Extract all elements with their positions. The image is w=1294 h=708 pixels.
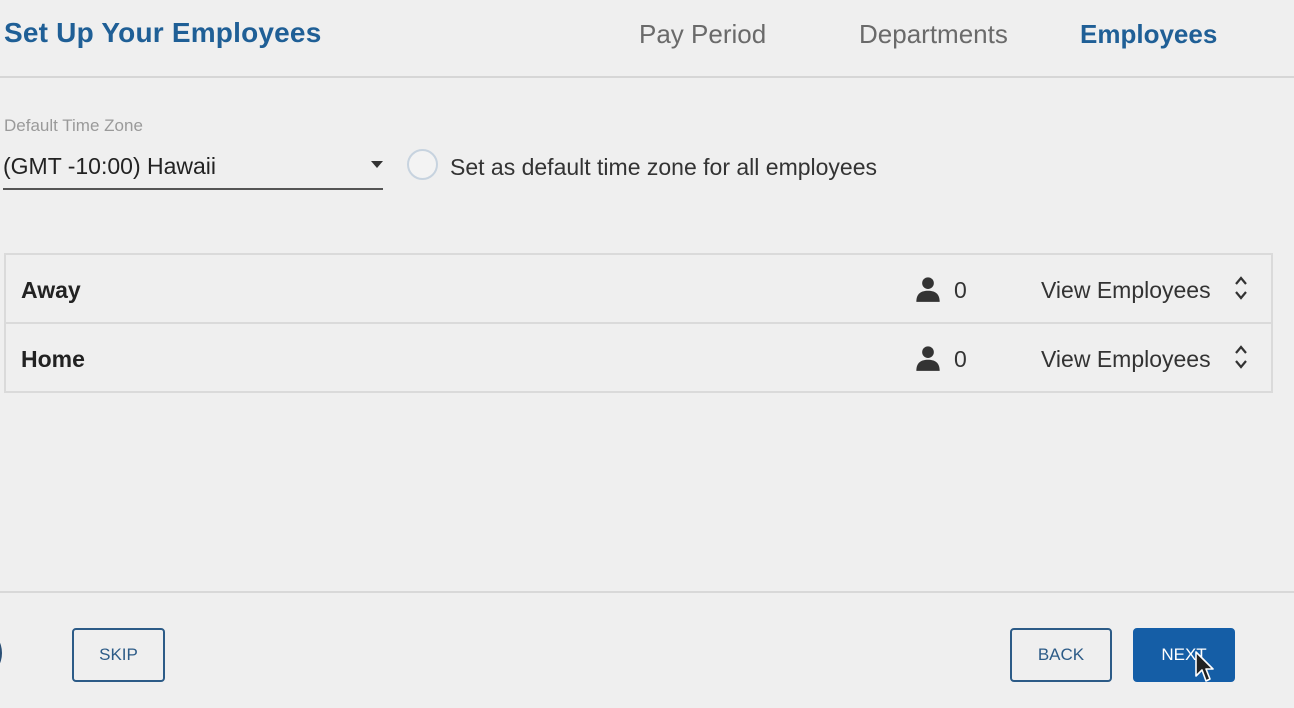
step-employees[interactable]: Employees <box>1080 19 1217 50</box>
employee-count: 0 <box>954 346 967 372</box>
header: Set Up Your Employees Pay Period Departm… <box>0 0 1294 78</box>
department-name: Away <box>21 277 81 303</box>
department-row-away: Away 0 View Employees <box>6 255 1271 324</box>
page-title: Set Up Your Employees <box>4 17 322 48</box>
step-departments[interactable]: Departments <box>859 19 1008 50</box>
next-button[interactable]: NEXT <box>1133 628 1235 682</box>
view-employees-link[interactable]: View Employees <box>1041 346 1211 373</box>
time-zone-label: Default Time Zone <box>4 116 143 135</box>
person-icon <box>916 346 940 371</box>
skip-button[interactable]: SKIP <box>72 628 165 682</box>
step-pay-period[interactable]: Pay Period <box>639 19 766 50</box>
sort-arrows-icon[interactable] <box>1233 343 1249 371</box>
back-button[interactable]: BACK <box>1010 628 1112 682</box>
time-zone-value: (GMT -10:00) Hawaii <box>3 153 217 179</box>
department-name: Home <box>21 346 85 372</box>
set-default-time-zone-label[interactable]: Set as default time zone for all employe… <box>450 154 877 181</box>
sort-arrows-icon[interactable] <box>1233 274 1249 302</box>
department-row-home: Home 0 View Employees <box>6 324 1271 391</box>
set-default-time-zone-radio[interactable] <box>407 149 438 180</box>
mouse-pointer-icon <box>1195 651 1214 682</box>
employee-count: 0 <box>954 277 967 303</box>
view-employees-link[interactable]: View Employees <box>1041 277 1211 304</box>
department-list: Away 0 View Employees Home 0 View Employ… <box>4 253 1273 393</box>
partial-circle-button[interactable] <box>0 633 2 673</box>
person-icon <box>916 277 940 302</box>
time-zone-select[interactable]: (GMT -10:00) Hawaii <box>3 148 383 190</box>
footer-divider <box>0 591 1294 593</box>
caret-down-icon <box>371 161 383 168</box>
